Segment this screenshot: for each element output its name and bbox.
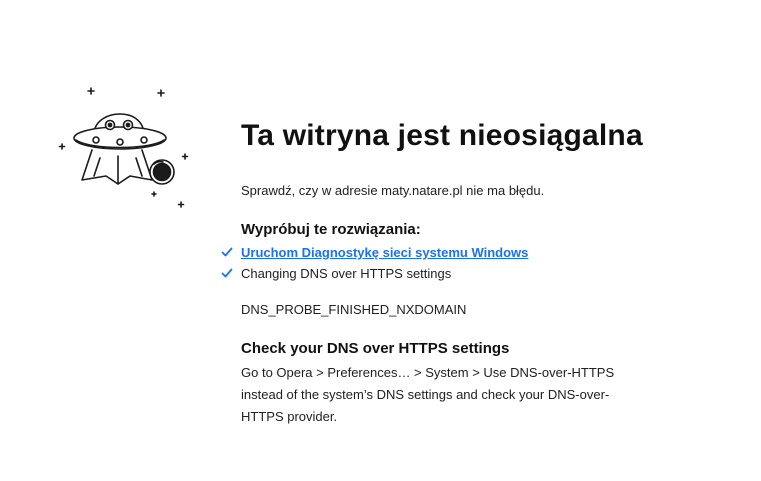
suggestions-heading: Wypróbuj te rozwiązania: <box>241 221 421 238</box>
check-url-text: Sprawdź, czy w adresie maty.natare.pl ni… <box>241 183 545 198</box>
dns-section-body: Go to Opera > Preferences… > System > Us… <box>241 365 615 424</box>
sparkle-icon <box>157 89 165 97</box>
check-icon <box>221 268 233 278</box>
suggestion-dns-settings: Changing DNS over HTTPS settings <box>221 263 711 284</box>
run-network-diagnostics-link[interactable]: Uruchom Diagnostykę sieci systemu Window… <box>241 245 528 260</box>
sparkle-icon <box>181 153 189 160</box>
error-code: DNS_PROBE_FINISHED_NXDOMAIN <box>241 302 467 317</box>
error-content: Ta witryna jest nieosiągalna Sprawdź, cz… <box>221 116 711 428</box>
sparkle-icon <box>87 87 95 95</box>
ufo-illustration <box>56 84 192 212</box>
dns-section-heading: Check your DNS over HTTPS settings <box>241 340 510 357</box>
sparkle-icon <box>177 201 185 208</box>
suggestion-diagnostics: Uruchom Diagnostykę sieci systemu Window… <box>221 242 711 263</box>
suggestion-label: Changing DNS over HTTPS settings <box>241 266 452 281</box>
sparkle-icon <box>151 191 157 197</box>
sparkle-icon <box>58 143 66 150</box>
page-title: Ta witryna jest nieosiągalna <box>241 119 643 152</box>
check-icon <box>221 247 233 257</box>
suggestions-list: Uruchom Diagnostykę sieci systemu Window… <box>221 242 711 284</box>
